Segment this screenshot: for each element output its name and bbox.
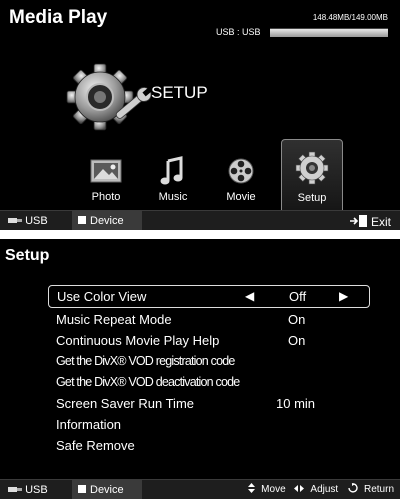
usb-device-label: USB : USB bbox=[216, 27, 261, 37]
menu-item-label: Continuous Movie Play Help bbox=[56, 333, 220, 348]
right-arrow-icon[interactable]: ▶ bbox=[339, 286, 348, 307]
device-square-icon bbox=[78, 485, 86, 493]
film-reel-icon bbox=[228, 158, 254, 184]
menu-item-value: On bbox=[288, 333, 306, 348]
up-down-arrow-icon bbox=[248, 483, 256, 493]
left-right-arrow-icon bbox=[294, 485, 305, 492]
menu-item-divx-deactivation-code[interactable]: Get the DivX® VOD deactivation code bbox=[48, 372, 370, 393]
usb-source-button[interactable]: USB bbox=[0, 480, 72, 499]
device-square-icon bbox=[78, 216, 86, 224]
return-arrow-icon bbox=[348, 483, 358, 493]
storage-usage-fill bbox=[270, 29, 388, 37]
tab-label: Setup bbox=[297, 192, 327, 204]
adjust-hint-label: Adjust bbox=[310, 484, 339, 495]
menu-item-label: Information bbox=[56, 417, 122, 432]
storage-usage-text: 148.48MB/149.00MB bbox=[312, 13, 388, 22]
left-arrow-icon[interactable]: ◀ bbox=[245, 286, 254, 307]
usb-plug-icon bbox=[8, 487, 22, 492]
menu-item-value: Off bbox=[289, 289, 307, 304]
device-label: Device bbox=[90, 484, 124, 496]
menu-item-screen-saver-run-time[interactable]: Screen Saver Run Time 10 min bbox=[48, 393, 370, 414]
menu-item-label: Screen Saver Run Time bbox=[56, 396, 195, 411]
device-button[interactable]: Device bbox=[72, 211, 142, 230]
menu-item-label: Get the DivX® VOD deactivation code bbox=[56, 375, 240, 389]
menu-item-information[interactable]: Information bbox=[48, 414, 370, 435]
move-hint-label: Move bbox=[261, 484, 286, 495]
menu-item-label: Safe Remove bbox=[56, 438, 135, 453]
section-heading: SETUP bbox=[151, 83, 208, 102]
navigation-hints: Move Adjust Return bbox=[242, 480, 394, 499]
tab-photo[interactable]: Photo bbox=[76, 147, 136, 209]
menu-item-label: Music Repeat Mode bbox=[56, 312, 172, 327]
usb-plug-icon bbox=[8, 218, 22, 223]
tab-label: Photo bbox=[91, 191, 121, 203]
device-label: Device bbox=[90, 215, 124, 227]
setup-menu-panel: Setup Use Color View ◀ Off ▶ Music Repea… bbox=[0, 239, 400, 499]
app-title: Media Play bbox=[9, 7, 108, 28]
menu-item-value: On bbox=[288, 312, 306, 327]
menu-item-label: Get the DivX® VOD registration code bbox=[56, 354, 235, 368]
tab-label: Music bbox=[158, 191, 188, 203]
menu-item-continuous-movie-play-help[interactable]: Continuous Movie Play Help On bbox=[48, 330, 370, 351]
exit-label: Exit bbox=[370, 215, 391, 229]
exit-button[interactable]: Exit bbox=[349, 211, 391, 230]
move-hint: Move bbox=[248, 483, 286, 495]
bottom-footer-bar: USB Device Move Adjust Return bbox=[0, 479, 400, 499]
usb-source-button[interactable]: USB bbox=[0, 211, 72, 230]
usb-label: USB bbox=[25, 484, 48, 496]
setup-options-list: Use Color View ◀ Off ▶ Music Repeat Mode… bbox=[48, 285, 370, 456]
tab-label: Movie bbox=[226, 191, 256, 203]
top-footer-bar: USB Device Exit bbox=[0, 210, 400, 230]
tab-music[interactable]: Music bbox=[143, 147, 203, 209]
device-button[interactable]: Device bbox=[72, 480, 142, 499]
return-hint-label: Return bbox=[363, 484, 394, 495]
menu-item-use-color-view[interactable]: Use Color View ◀ Off ▶ bbox=[48, 285, 370, 308]
return-hint[interactable]: Return bbox=[347, 483, 394, 495]
usb-label: USB bbox=[25, 215, 48, 227]
menu-item-safe-remove[interactable]: Safe Remove bbox=[48, 435, 370, 456]
exit-icon bbox=[349, 215, 367, 227]
music-note-icon bbox=[160, 156, 183, 185]
menu-item-value: 10 min bbox=[276, 396, 316, 411]
media-tabs: Photo Music Movie Setup bbox=[76, 139, 346, 211]
setup-title: Setup bbox=[5, 247, 50, 264]
storage-usage-bar bbox=[270, 28, 388, 37]
gear-icon bbox=[295, 151, 329, 185]
tab-setup[interactable]: Setup bbox=[281, 139, 343, 211]
menu-item-label: Use Color View bbox=[57, 289, 147, 304]
tab-movie[interactable]: Movie bbox=[211, 147, 271, 209]
photo-icon bbox=[90, 159, 122, 183]
adjust-hint: Adjust bbox=[294, 484, 338, 495]
menu-item-divx-registration-code[interactable]: Get the DivX® VOD registration code bbox=[48, 351, 370, 372]
media-play-panel: Media Play 148.48MB/149.00MB USB : USB S… bbox=[0, 0, 400, 230]
setup-gear-wrench-icon bbox=[66, 63, 152, 131]
menu-item-music-repeat-mode[interactable]: Music Repeat Mode On bbox=[48, 309, 370, 330]
